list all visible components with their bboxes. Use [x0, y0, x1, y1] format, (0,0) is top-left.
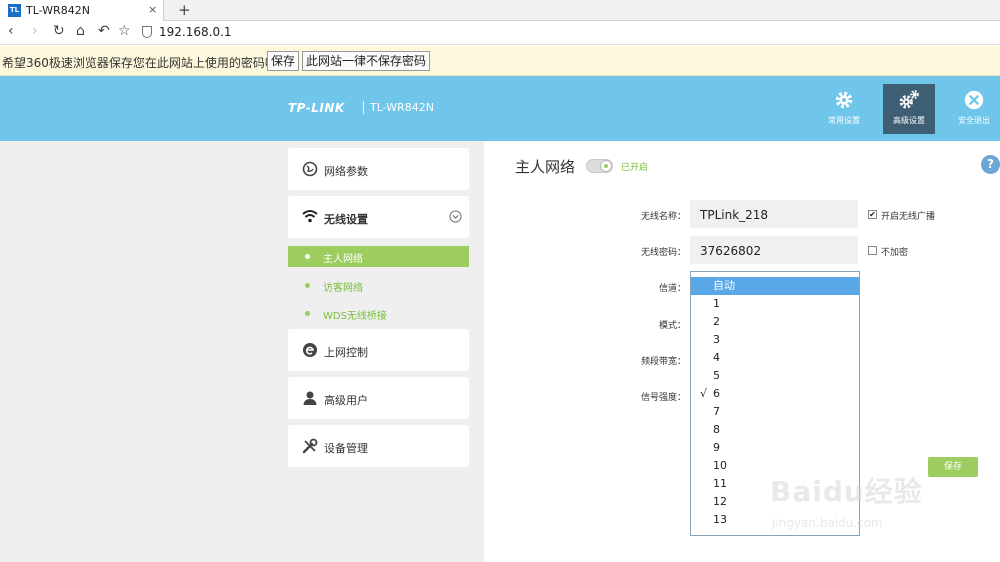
reload-icon[interactable]: ↻	[53, 23, 65, 39]
e-icon	[303, 343, 317, 357]
sidebar-item-label: 高级用户	[324, 394, 368, 407]
bandwidth-label: 频段带宽：	[640, 357, 686, 367]
user-icon	[303, 391, 317, 405]
channel-option[interactable]: 2	[691, 313, 859, 331]
page-title: 主人网络	[515, 158, 576, 176]
channel-option[interactable]: 自动	[691, 277, 859, 295]
sidebar-item-label: 上网控制	[324, 346, 368, 359]
toggle-knob	[600, 160, 612, 172]
forward-icon[interactable]: ›	[32, 23, 38, 39]
gear-icon	[835, 91, 853, 109]
channel-option[interactable]: 5	[691, 367, 859, 385]
common-settings-button[interactable]: 常用设置	[818, 84, 870, 134]
no-encrypt-checkbox[interactable]	[868, 246, 877, 255]
gears-icon	[899, 90, 919, 109]
tools-icon	[302, 438, 318, 454]
sidebar-item-label: 设备管理	[324, 442, 368, 455]
bullet-icon	[305, 311, 310, 316]
browser-tab-strip: TL TL-WR842N × +	[0, 0, 1000, 22]
globe-icon	[302, 161, 318, 177]
sidebar-subitem-wds-bridge[interactable]: WDS无线桥接	[288, 303, 469, 324]
channel-label: 信道：	[658, 284, 686, 294]
channel-option[interactable]: 9	[691, 439, 859, 457]
advanced-settings-label: 高级设置	[893, 116, 925, 125]
browser-tab[interactable]: TL TL-WR842N ×	[0, 0, 164, 22]
watermark-url: jingyan.baidu.com	[772, 516, 883, 530]
home-icon[interactable]: ⌂	[76, 23, 85, 39]
password-prompt-text: 希望360极速浏览器保存您在此网站上使用的密码吗？	[2, 56, 289, 70]
checkmark-icon: √	[700, 387, 708, 400]
url-input[interactable]: 192.168.0.1	[159, 25, 232, 39]
help-icon[interactable]: ?	[981, 155, 1000, 174]
security-shield-icon	[142, 26, 152, 38]
password-save-bar: 希望360极速浏览器保存您在此网站上使用的密码吗？ 保存 此网站一律不保存密码	[0, 46, 1000, 76]
favicon-icon: TL	[8, 4, 21, 17]
sidebar-item-device-management[interactable]: 设备管理	[288, 425, 469, 467]
sidebar-item-label: 无线设置	[324, 213, 368, 226]
sidebar-item-access-control[interactable]: 上网控制	[288, 329, 469, 371]
sidebar-subitem-label: 访客网络	[323, 283, 363, 294]
brand-logo: TP-LINK	[288, 101, 345, 115]
toggle-status-text: 已开启	[621, 163, 649, 173]
tab-title: TL-WR842N	[26, 4, 90, 17]
never-save-password-button[interactable]: 此网站一律不保存密码	[302, 51, 431, 71]
channel-option[interactable]: 8	[691, 421, 859, 439]
new-tab-icon[interactable]: +	[178, 1, 191, 19]
common-settings-label: 常用设置	[828, 116, 860, 125]
password-label: 无线密码：	[640, 248, 686, 258]
channel-option[interactable]: 3	[691, 331, 859, 349]
undo-icon[interactable]: ↶	[98, 23, 110, 39]
logout-button[interactable]: 安全退出	[948, 84, 1000, 134]
signal-strength-label: 信号强度：	[640, 393, 686, 403]
sidebar-item-advanced-user[interactable]: 高级用户	[288, 377, 469, 419]
logout-label: 安全退出	[958, 116, 990, 125]
bullet-icon	[305, 283, 310, 288]
model-name: TL-WR842N	[370, 101, 434, 114]
wifi-icon	[302, 210, 318, 223]
back-icon[interactable]: ‹	[8, 23, 14, 39]
chevron-down-icon[interactable]	[449, 210, 462, 223]
ssid-input[interactable]: TPLink_218	[690, 200, 858, 228]
broadcast-checkbox[interactable]: ✔	[868, 210, 877, 219]
sidebar-item-wireless[interactable]: 无线设置	[288, 196, 469, 238]
sidebar-subitem-label: WDS无线桥接	[323, 311, 387, 322]
tab-close-icon[interactable]: ×	[148, 3, 157, 16]
save-password-button[interactable]: 保存	[267, 51, 300, 71]
brand-divider	[363, 101, 364, 114]
channel-option-label: 6	[713, 387, 720, 400]
channel-option[interactable]: 4	[691, 349, 859, 367]
advanced-settings-button[interactable]: 高级设置	[883, 84, 935, 134]
wireless-toggle[interactable]	[586, 159, 613, 173]
channel-option-checked[interactable]: √ 6	[691, 385, 859, 403]
no-encrypt-label: 不加密	[881, 248, 909, 258]
sidebar-subitem-guest-network[interactable]: 访客网络	[288, 275, 469, 296]
router-header: TP-LINK TL-WR842N 常用设置 高级设置 安全退出	[0, 76, 1000, 141]
sidebar-item-network[interactable]: 网络参数	[288, 148, 469, 190]
sidebar-subitem-main-network[interactable]: 主人网络	[288, 246, 469, 267]
ssid-label: 无线名称：	[640, 212, 686, 222]
sidebar-subitem-label: 主人网络	[323, 254, 363, 265]
channel-option[interactable]: 1	[691, 295, 859, 313]
password-input[interactable]: 37626802	[690, 236, 858, 264]
star-icon[interactable]: ☆	[118, 23, 131, 39]
watermark-text: Baidu经验	[770, 475, 923, 508]
watermark: Baidu经验 jingyan.baidu.com	[762, 470, 962, 540]
close-circle-icon	[964, 90, 984, 110]
channel-option[interactable]: 7	[691, 403, 859, 421]
bullet-icon	[305, 254, 310, 259]
mode-label: 模式：	[658, 321, 686, 331]
sidebar-item-label: 网络参数	[324, 165, 368, 178]
broadcast-label: 开启无线广播	[881, 212, 936, 222]
address-bar: ‹ › ↻ ⌂ ↶ ☆ 192.168.0.1	[0, 21, 1000, 45]
